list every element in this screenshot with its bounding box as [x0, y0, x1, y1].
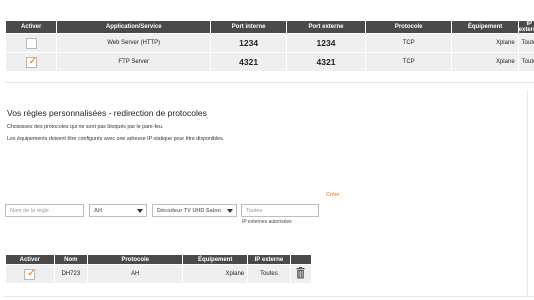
- col-port-externe: Port externe: [287, 21, 365, 33]
- protocol-select-value: AH: [94, 207, 102, 214]
- external-ip-hint: IP externes autorisées: [242, 219, 292, 225]
- ip-cell: Toutes: [518, 34, 534, 52]
- table-header-row: Activer Nom Protocole Équipement IP exte…: [6, 255, 311, 264]
- col-nom: Nom: [54, 255, 88, 264]
- name-cell: DH723: [54, 265, 88, 283]
- device-cell: Xplane: [183, 265, 248, 283]
- service-cell: FTP Server: [57, 53, 211, 71]
- custom-rules-table: Activer Nom Protocole Équipement IP exte…: [5, 254, 312, 284]
- col-protocole: Protocole: [365, 21, 452, 33]
- section-description-2: Les équipements doivent être configurés …: [7, 136, 225, 142]
- port-externe-cell: 1234: [287, 34, 365, 52]
- protocol-cell: TCP: [365, 53, 452, 71]
- activer-cell: ✓: [6, 265, 54, 283]
- service-cell: Web Server (HTTP): [57, 34, 211, 52]
- table-header-row: Activer Application/Service Port interne…: [6, 21, 534, 33]
- checkmark-icon: ✓: [28, 55, 37, 67]
- activer-checkbox[interactable]: [25, 37, 37, 49]
- chevron-down-icon: [137, 208, 143, 213]
- protocol-select[interactable]: AH: [89, 204, 147, 217]
- external-ip-input[interactable]: Toutes: [241, 204, 319, 217]
- activer-checkbox[interactable]: ✓: [24, 267, 36, 280]
- table-row: Web Server (HTTP) 1234 1234 TCP Xplane T…: [6, 34, 534, 52]
- protocol-cell: TCP: [365, 34, 452, 52]
- port-externe-cell: 4321: [287, 53, 365, 71]
- chevron-down-icon: [227, 208, 233, 213]
- col-equipement: Équipement: [452, 21, 518, 33]
- rule-name-input[interactable]: Nom de la règle: [5, 204, 84, 217]
- checkmark-icon: ✓: [27, 267, 36, 279]
- ip-cell: Toutes: [518, 53, 534, 71]
- section-title: Vos règles personnalisées - redirection …: [7, 108, 207, 118]
- section-description-1: Choisissez des protocoles qui ne sont pa…: [7, 124, 164, 130]
- table-row: ✓ FTP Server 4321 4321 TCP Xplane Toutes: [6, 53, 534, 71]
- col-activer: Activer: [6, 21, 57, 33]
- col-ip-externe: IP externe: [518, 21, 534, 33]
- device-select[interactable]: Décodeur TV UHD Salon: [152, 204, 237, 217]
- port-interne-cell: 4321: [211, 53, 287, 71]
- bottom-divider: [5, 296, 534, 297]
- activer-checkbox[interactable]: ✓: [25, 55, 37, 68]
- divider: [5, 82, 534, 83]
- delete-cell: [290, 265, 311, 283]
- table-row: ✓ DH723 AH Xplane Toutes: [6, 265, 311, 283]
- col-ip-externe: IP externe: [248, 255, 290, 264]
- protocol-cell: AH: [88, 265, 183, 283]
- device-cell: Xplane: [452, 34, 518, 52]
- activer-cell: ✓: [6, 53, 57, 71]
- port-interne-cell: 1234: [211, 34, 287, 52]
- ip-cell: Toutes: [248, 265, 290, 283]
- create-link[interactable]: Créer: [326, 192, 340, 198]
- col-actions: [290, 255, 311, 264]
- trash-icon[interactable]: [296, 267, 305, 279]
- device-cell: Xplane: [452, 53, 518, 71]
- col-equipement: Équipement: [183, 255, 248, 264]
- col-protocole: Protocole: [88, 255, 183, 264]
- col-service: Application/Service: [57, 21, 211, 33]
- right-divider: [527, 90, 528, 295]
- device-select-value: Décodeur TV UHD Salon: [157, 207, 221, 214]
- activer-cell: [6, 34, 57, 52]
- col-port-interne: Port interne: [211, 21, 287, 33]
- col-activer: Activer: [6, 255, 54, 264]
- port-forwarding-table: Activer Application/Service Port interne…: [5, 20, 534, 72]
